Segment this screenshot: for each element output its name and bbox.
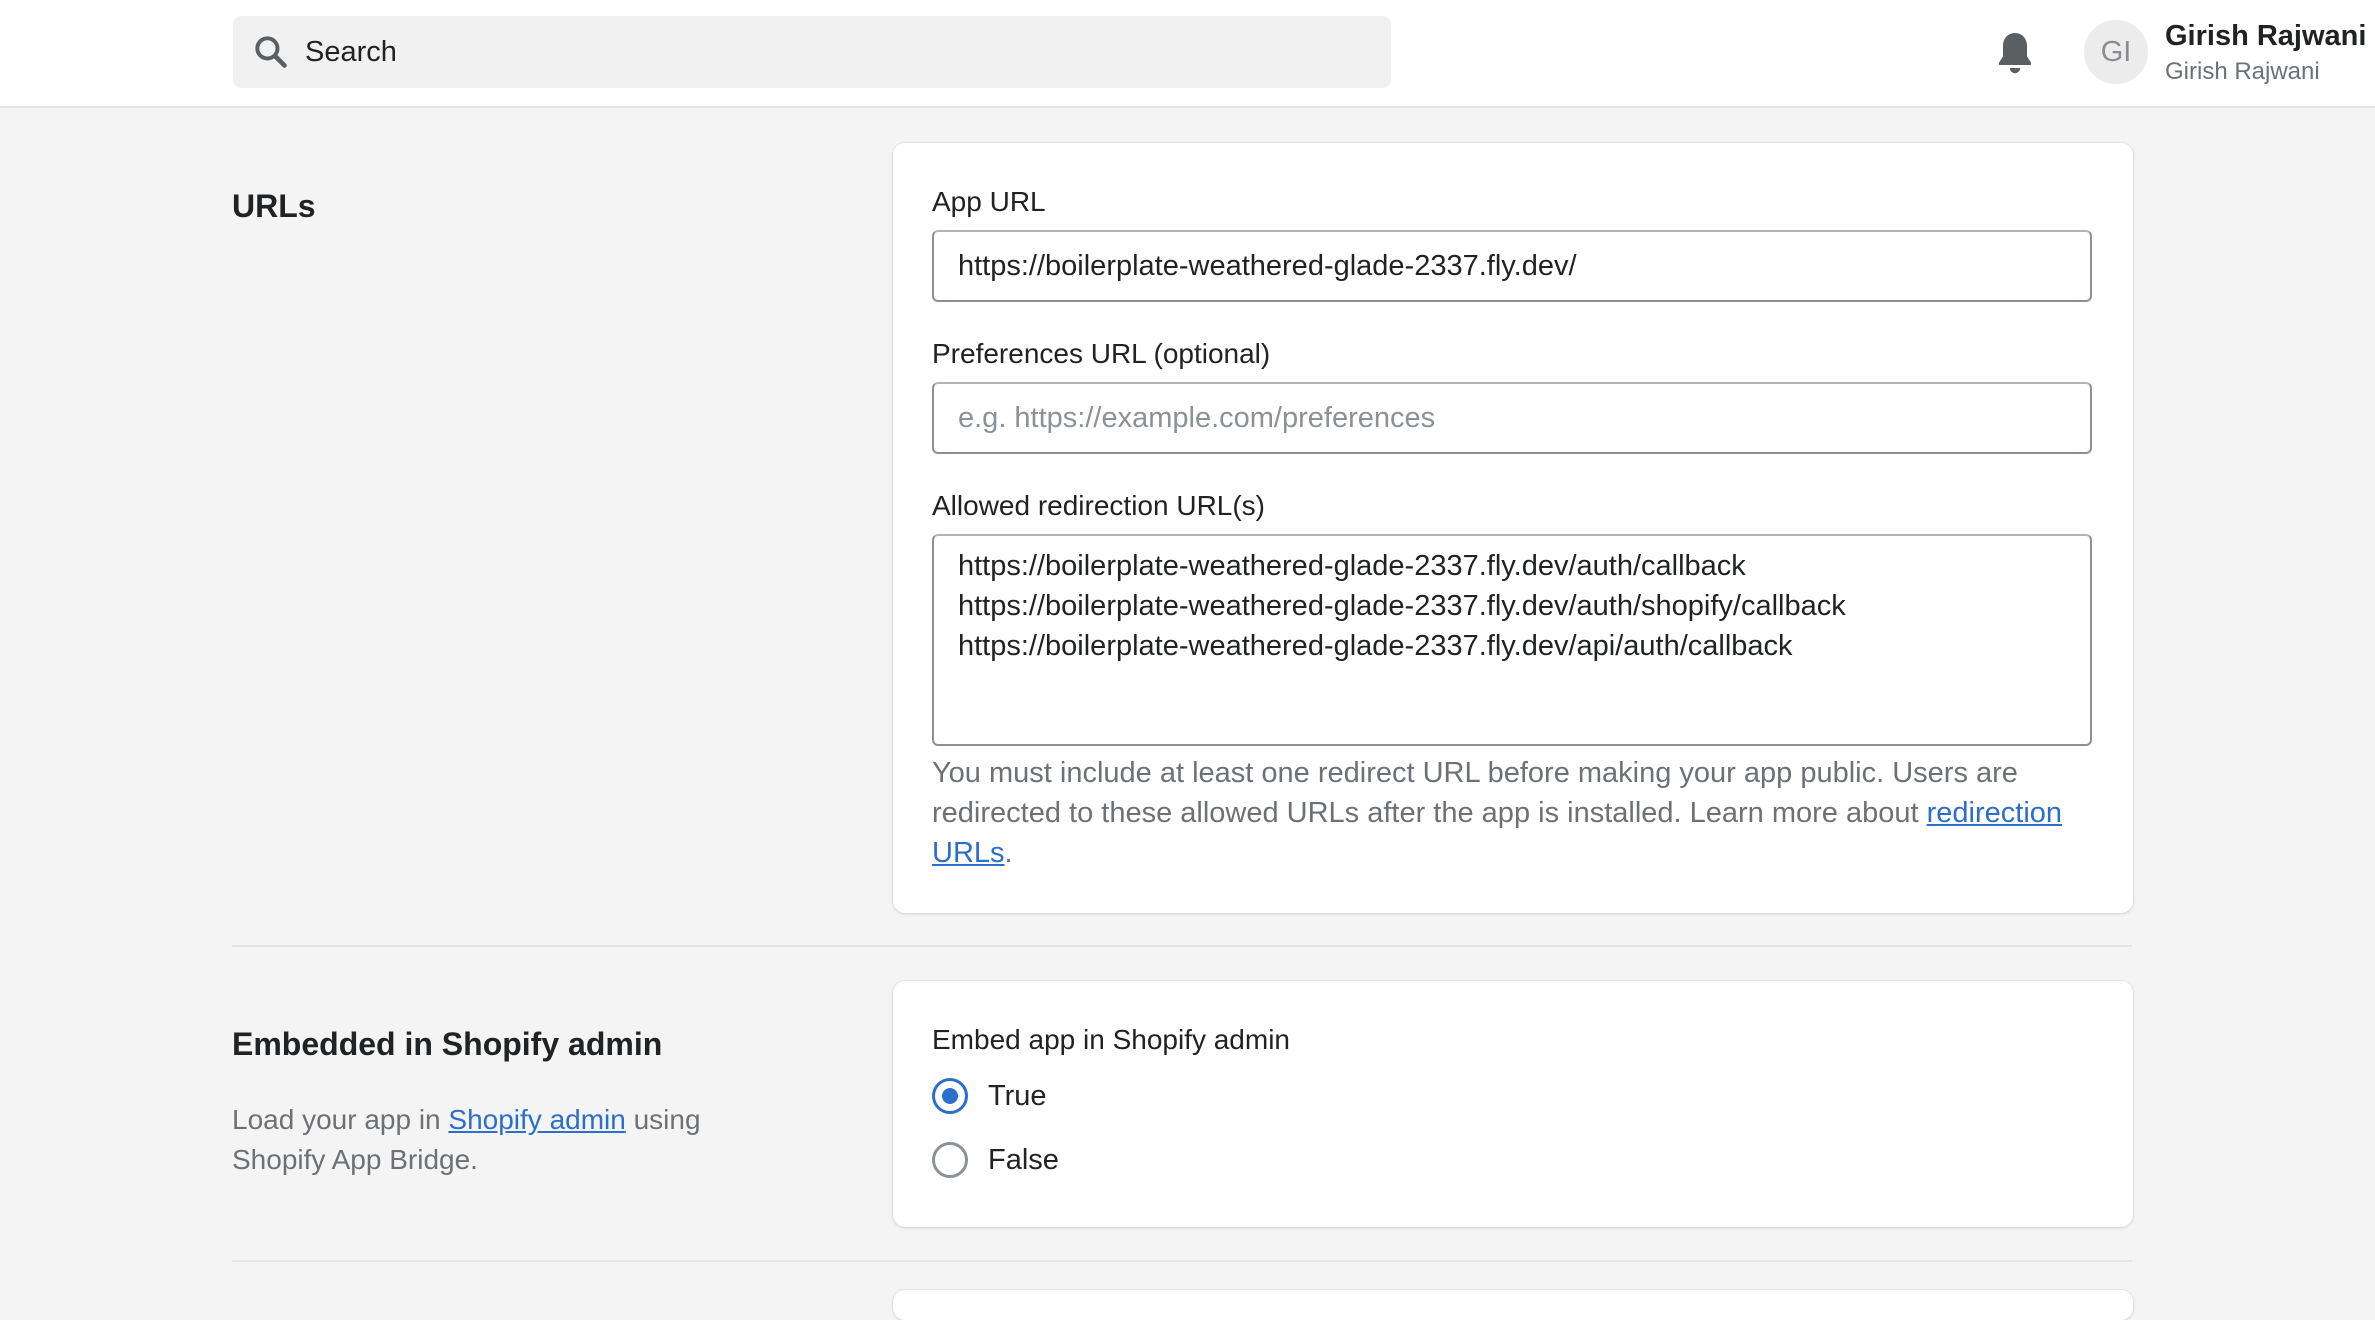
avatar[interactable]: GI: [2084, 20, 2148, 84]
user-store-name: Girish Rajwani: [2165, 58, 2320, 85]
redirection-urls-label: Allowed redirection URL(s): [932, 490, 1266, 521]
search-input[interactable]: Search: [305, 16, 397, 88]
embedded-section-description: Load your app in Shopify admin using Sho…: [232, 1100, 792, 1180]
radio-button-true[interactable]: [932, 1078, 968, 1114]
search-icon: [255, 36, 287, 68]
next-card: [893, 1290, 2133, 1320]
app-url-input[interactable]: https://boilerplate-weathered-glade-2337…: [932, 230, 2092, 302]
section-divider: [232, 1260, 2132, 1262]
redirection-help-text: You must include at least one redirect U…: [932, 753, 2102, 873]
search-bar[interactable]: Search: [233, 16, 1391, 88]
bell-icon[interactable]: [1995, 30, 2035, 76]
preferences-url-label: Preferences URL (optional): [932, 338, 1271, 369]
help-text-body: You must include at least one redirect U…: [932, 757, 2018, 829]
radio-label-true: True: [988, 1079, 1047, 1112]
embed-app-label: Embed app in Shopify admin: [932, 1024, 1290, 1055]
radio-option-true[interactable]: True: [932, 1076, 1047, 1116]
redirection-url-line: https://boilerplate-weathered-glade-2337…: [958, 630, 1793, 662]
redirection-urls-textarea[interactable]: https://boilerplate-weathered-glade-2337…: [932, 534, 2092, 746]
preferences-url-input[interactable]: e.g. https://example.com/preferences: [932, 382, 2092, 454]
embedded-section-title: Embedded in Shopify admin: [232, 1026, 663, 1062]
radio-button-false[interactable]: [932, 1142, 968, 1178]
urls-card: App URL https://boilerplate-weathered-gl…: [893, 143, 2133, 913]
radio-option-false[interactable]: False: [932, 1140, 1059, 1180]
embedded-card: Embed app in Shopify admin True False: [893, 981, 2133, 1227]
top-bar: Search GI Girish Rajwani Girish Rajwani: [0, 0, 2375, 108]
help-text-end: .: [1004, 837, 1013, 869]
redirection-url-line: https://boilerplate-weathered-glade-2337…: [958, 550, 1746, 582]
shopify-admin-link[interactable]: Shopify admin: [448, 1104, 625, 1135]
embedded-desc-start: Load your app in: [232, 1104, 449, 1135]
app-url-label: App URL: [932, 186, 1046, 217]
redirection-url-line: https://boilerplate-weathered-glade-2337…: [958, 590, 1846, 622]
section-divider: [232, 945, 2132, 947]
user-name[interactable]: Girish Rajwani: [2165, 20, 2366, 53]
radio-label-false: False: [988, 1143, 1059, 1176]
urls-section-title: URLs: [232, 188, 316, 224]
